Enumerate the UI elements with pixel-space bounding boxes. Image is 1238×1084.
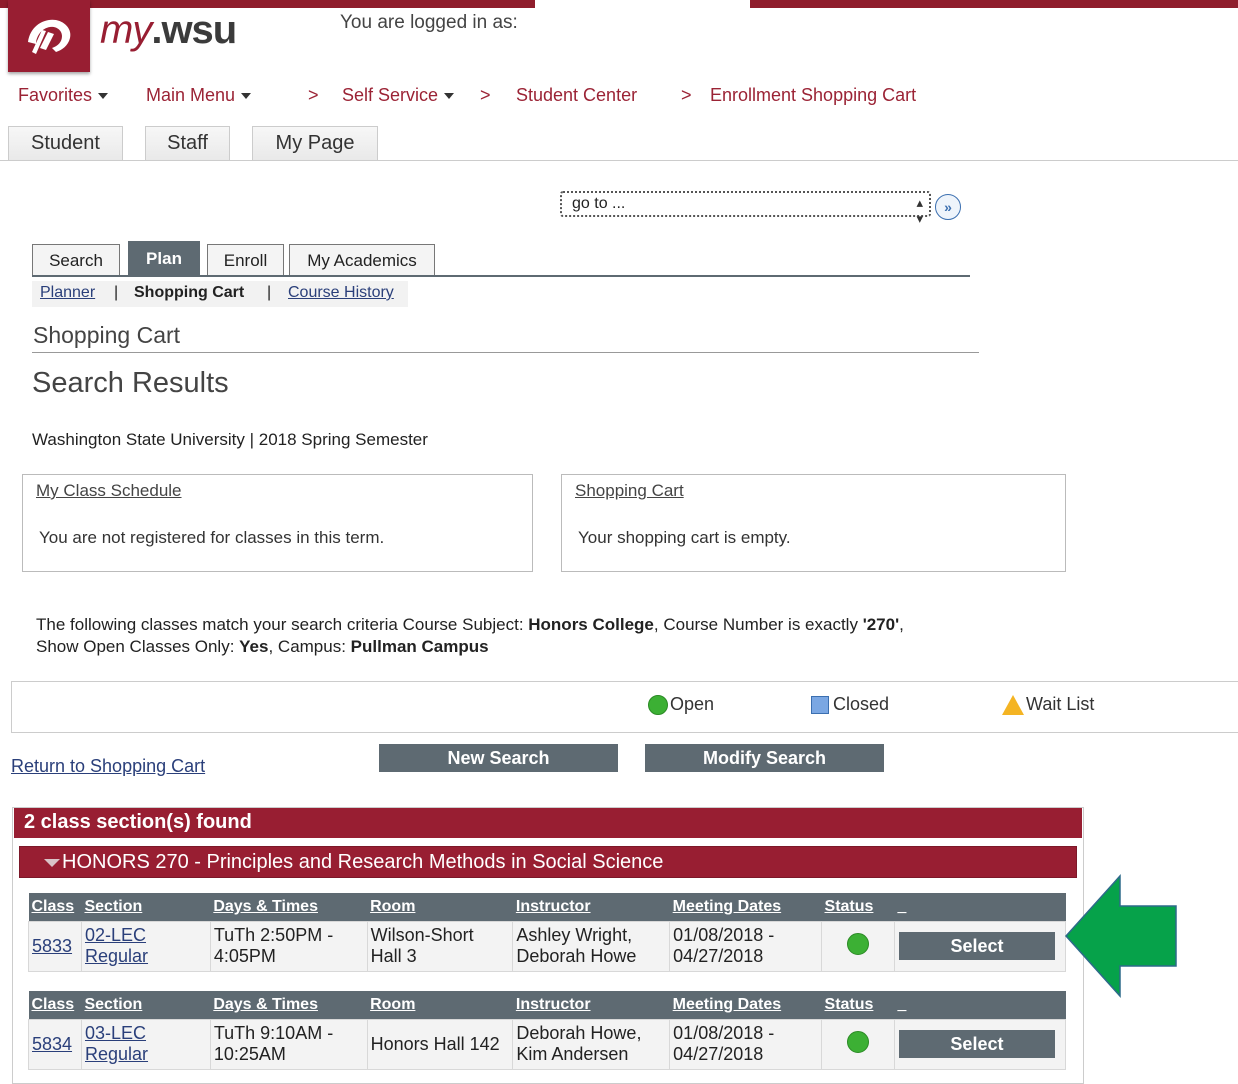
- chevron-down-icon: [98, 93, 109, 100]
- cougar-head-icon: [28, 19, 71, 54]
- room: Wilson-Short Hall 3: [366, 920, 514, 972]
- self-service-menu[interactable]: Self Service: [342, 85, 455, 106]
- wsu-logo[interactable]: [8, 0, 90, 72]
- breadcrumb-separator: >: [480, 85, 491, 105]
- col-class: Class: [28, 991, 82, 1019]
- subnav-separator: |: [267, 284, 272, 301]
- section-table: Class Section Days & Times Room Instruct…: [28, 991, 1067, 1070]
- instructor: Ashley Wright, Deborah Howe: [512, 920, 671, 972]
- action-cell: Select: [893, 1018, 1067, 1070]
- days-times: TuTh 9:10AM -10:25AM: [209, 1018, 368, 1070]
- col-section: Section: [81, 991, 211, 1019]
- select-button[interactable]: Select: [898, 932, 1055, 960]
- col-meeting-dates: Meeting Dates: [669, 893, 822, 921]
- subtab-divider: [32, 275, 970, 277]
- instructor: Deborah Howe, Kim Andersen: [512, 1018, 671, 1070]
- shopping-cart-current: Shopping Cart: [134, 284, 245, 301]
- legend-open: Open: [648, 694, 714, 715]
- action-cell: Select: [893, 920, 1067, 972]
- col-instructor: Instructor: [512, 991, 670, 1019]
- class-schedule-link[interactable]: My Class Schedule: [36, 481, 182, 501]
- tab-plan[interactable]: Plan: [128, 241, 200, 276]
- col-action: _: [894, 991, 1066, 1019]
- tab-student[interactable]: Student: [8, 126, 123, 160]
- goto-button[interactable]: »: [935, 194, 961, 220]
- col-room: Room: [367, 893, 513, 921]
- main-menu[interactable]: Main Menu: [146, 85, 252, 106]
- shopping-cart-message: Your shopping cart is empty.: [578, 528, 791, 547]
- table-row: 5833 02-LEC Regular TuTh 2:50PM -4:05PM W…: [28, 920, 1067, 972]
- class-number-link[interactable]: 5833: [28, 920, 82, 972]
- planner-link[interactable]: Planner: [40, 284, 95, 302]
- subnav-separator: |: [114, 284, 119, 301]
- tab-enroll[interactable]: Enroll: [207, 244, 284, 276]
- legend-wait-list: Wait List: [1002, 694, 1094, 715]
- meeting-dates: 01/08/2018 -04/27/2018: [669, 1018, 823, 1070]
- return-to-cart-link[interactable]: Return to Shopping Cart: [11, 756, 205, 777]
- logged-in-label: You are logged in as:: [340, 12, 518, 33]
- table-header-row: Class Section Days & Times Room Instruct…: [28, 991, 1066, 1019]
- col-section: Section: [81, 893, 211, 921]
- search-criteria-text: The following classes match your search …: [36, 615, 904, 656]
- col-room: Room: [367, 991, 513, 1019]
- open-status-icon: [846, 1030, 869, 1053]
- chevron-down-icon: [241, 93, 252, 100]
- closed-status-icon: [811, 695, 829, 714]
- tab-my-page[interactable]: My Page: [252, 126, 378, 160]
- breadcrumb-separator: >: [681, 85, 692, 105]
- col-meeting-dates: Meeting Dates: [669, 991, 822, 1019]
- open-status-icon: [648, 694, 668, 715]
- table-row: 5834 03-LEC Regular TuTh 9:10AM -10:25AM …: [28, 1018, 1067, 1070]
- class-schedule-message: You are not registered for classes in th…: [39, 528, 385, 547]
- page-title: Search Results: [32, 367, 229, 399]
- section-divider: [32, 352, 979, 353]
- table-header-row: Class Section Days & Times Room Instruct…: [28, 893, 1066, 921]
- shopping-cart-box: Shopping Cart Your shopping cart is empt…: [561, 474, 1066, 572]
- term-label: Washington State University | 2018 Sprin…: [32, 430, 428, 449]
- course-history-link[interactable]: Course History: [288, 284, 394, 302]
- col-status: Status: [821, 991, 895, 1019]
- tab-staff[interactable]: Staff: [145, 126, 230, 160]
- favorites-menu[interactable]: Favorites: [18, 85, 109, 106]
- enrollment-cart-link[interactable]: Enrollment Shopping Cart: [710, 85, 916, 106]
- collapse-triangle-icon[interactable]: [44, 859, 60, 867]
- tab-my-academics[interactable]: My Academics: [289, 244, 435, 276]
- results-count-header: 2 class section(s) found: [14, 808, 1082, 838]
- green-arrow-annotation: [1064, 874, 1177, 998]
- col-days-times: Days & Times: [210, 893, 368, 921]
- section-link[interactable]: 03-LEC Regular: [80, 1018, 211, 1070]
- col-days-times: Days & Times: [210, 991, 368, 1019]
- student-center-link[interactable]: Student Center: [516, 85, 637, 106]
- course-header[interactable]: HONORS 270 - Principles and Research Met…: [19, 846, 1077, 878]
- class-number-link[interactable]: 5834: [28, 1018, 82, 1070]
- modify-search-button[interactable]: Modify Search: [645, 744, 884, 772]
- status-cell: [821, 920, 895, 972]
- section-link[interactable]: 02-LEC Regular: [80, 920, 211, 972]
- select-arrows-icon: ▴ ▾: [916, 195, 923, 226]
- tab-search[interactable]: Search: [32, 244, 120, 276]
- col-instructor: Instructor: [512, 893, 670, 921]
- col-class: Class: [28, 893, 82, 921]
- col-status: Status: [821, 893, 895, 921]
- class-schedule-box: My Class Schedule You are not registered…: [22, 474, 533, 572]
- mywsu-logo-text: my.wsu: [100, 8, 237, 52]
- wait-list-status-icon: [1002, 694, 1024, 715]
- meeting-dates: 01/08/2018 -04/27/2018: [669, 920, 823, 972]
- chevron-down-icon: [444, 93, 455, 100]
- status-cell: [821, 1018, 895, 1070]
- open-status-icon: [846, 932, 869, 955]
- shopping-cart-link[interactable]: Shopping Cart: [575, 481, 684, 501]
- logged-in-user-area: [535, 0, 750, 8]
- breadcrumb-separator: >: [308, 85, 319, 105]
- tab-divider: [0, 160, 1238, 161]
- col-action: _: [894, 893, 1066, 921]
- room: Honors Hall 142: [366, 1018, 514, 1070]
- select-button[interactable]: Select: [898, 1030, 1055, 1058]
- legend-closed: Closed: [811, 694, 889, 715]
- section-title: Shopping Cart: [33, 322, 181, 348]
- section-table: Class Section Days & Times Room Instruct…: [28, 893, 1067, 972]
- days-times: TuTh 2:50PM -4:05PM: [209, 920, 368, 972]
- goto-select[interactable]: go to ... ▴ ▾: [560, 191, 931, 226]
- new-search-button[interactable]: New Search: [379, 744, 618, 772]
